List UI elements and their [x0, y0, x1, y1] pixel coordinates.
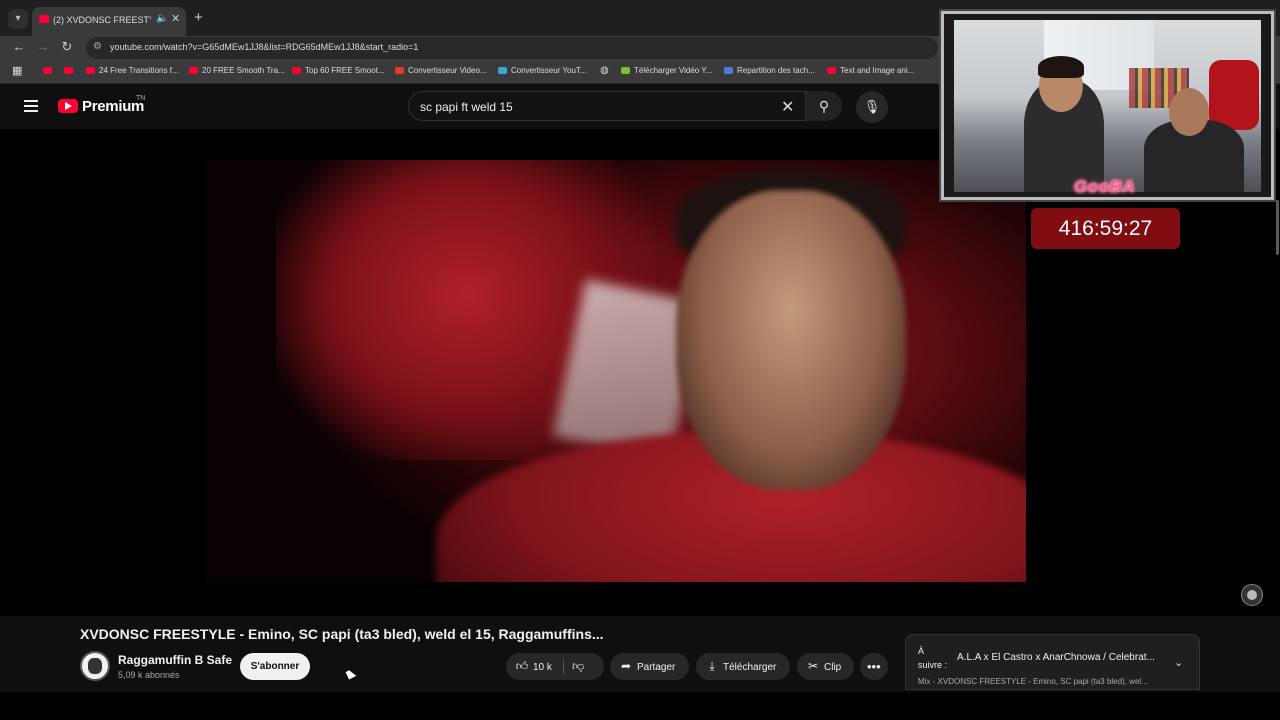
reload-icon[interactable]: ↻ [58, 39, 76, 55]
channel-watermark-icon[interactable] [1241, 584, 1263, 606]
download-button[interactable]: ⤓ Télécharger [696, 653, 790, 680]
bookmark-favicon-icon [292, 67, 301, 74]
clip-button[interactable]: ✂ Clip [797, 653, 854, 680]
share-label: Partager [637, 662, 676, 673]
bookmark-favicon-icon [86, 67, 95, 74]
streamer-tag: GooBA [1074, 177, 1136, 196]
bookmark-label: Convertisseur YouT... [511, 66, 587, 75]
clip-label: Clip [824, 662, 842, 673]
search-input[interactable]: sc papi ft weld 15 ✕ [408, 91, 806, 121]
mouse-cursor-icon [345, 668, 357, 680]
share-arrow-icon: ➦ [620, 659, 632, 673]
timer-value: 416:59:27 [1058, 217, 1153, 240]
webcam-feed [954, 20, 1261, 192]
bookmark-label: 20 FREE Smooth Tra... [202, 66, 285, 75]
voice-search-button[interactable]: 🎙 [856, 91, 888, 123]
bookmark-youtube-1[interactable] [43, 66, 56, 75]
new-tab-button[interactable]: + [194, 9, 203, 27]
clear-search-icon[interactable]: ✕ [781, 97, 794, 117]
bookmark-label: Text and Image ani... [840, 66, 915, 75]
search-query: sc papi ft weld 15 [420, 100, 513, 114]
up-next-panel[interactable]: À suivre : A.L.A x El Castro x AnarChnow… [905, 634, 1200, 690]
search-button[interactable]: ⚲ [806, 91, 842, 121]
bookmark-favicon-icon [189, 67, 198, 74]
video-frame [206, 160, 1026, 582]
bookmark-label: Convertisseur Video... [408, 66, 487, 75]
thumbs-down-icon[interactable]: 👎︎ [572, 653, 584, 680]
thumbs-up-icon[interactable]: 👍︎ [515, 653, 529, 680]
like-dislike-group: 👍︎ 10 k 👎︎ [506, 653, 604, 680]
forward-arrow-icon[interactable]: → [34, 39, 52, 54]
bottom-edge [0, 692, 1280, 720]
share-button[interactable]: ➦ Partager [610, 653, 689, 680]
youtube-logo-icon[interactable] [58, 99, 78, 113]
bookmark-label: 24 Free Transitions f... [99, 66, 179, 75]
youtube-favicon-icon [43, 67, 52, 74]
bookmark-item[interactable]: 24 Free Transitions f... [86, 66, 179, 75]
menu-hamburger-icon[interactable] [24, 100, 38, 112]
bookmark-favicon-icon [827, 67, 836, 74]
url-text: youtube.com/watch?v=G65dMEw1JJ8&list=RDG… [110, 42, 419, 52]
microphone-icon: 🎙 [863, 99, 881, 114]
scissors-icon: ✂ [807, 659, 819, 673]
bookmark-item[interactable]: Text and Image ani... [827, 66, 914, 75]
bookmark-label: Télécharger Vidéo Y... [634, 66, 713, 75]
subscriber-count: 5,09 k abonnés [118, 670, 180, 680]
youtube-favicon-icon [39, 15, 49, 23]
bookmark-item[interactable]: Top 60 FREE Smoot... [292, 66, 385, 75]
globe-icon[interactable]: ◍ [600, 65, 609, 76]
bookmark-item[interactable]: Repartition des tach... [724, 66, 815, 75]
bookmark-youtube-2[interactable] [64, 66, 77, 75]
up-next-label-2: suivre : [918, 660, 948, 670]
stream-timer: 416:59:27 [1031, 208, 1180, 249]
site-info-icon[interactable]: ⚙ [93, 41, 102, 52]
bookmark-label: Top 60 FREE Smoot... [305, 66, 385, 75]
download-label: Télécharger [723, 662, 777, 673]
page-scrollbar[interactable] [1276, 200, 1279, 255]
speaker-icon[interactable]: 🔈 [156, 13, 168, 24]
search-icon: ⚲ [818, 98, 830, 114]
close-tab-icon[interactable]: ✕ [171, 12, 180, 25]
browser-tab-active[interactable]: (2) XVDONSC FREESTYLE - 🔈 ✕ [32, 7, 186, 36]
up-next-title[interactable]: A.L.A x El Castro x AnarChnowa / Celebra… [957, 652, 1169, 663]
bookmark-favicon-icon [498, 67, 507, 74]
bookmark-item[interactable]: 20 FREE Smooth Tra... [189, 66, 285, 75]
chevron-down-icon[interactable]: ⌄ [1174, 656, 1183, 669]
video-title: XVDONSC FREESTYLE - Emino, SC papi (ta3 … [80, 626, 604, 642]
webcam-overlay: GooBA [941, 11, 1274, 200]
bookmark-label: Repartition des tach... [737, 66, 815, 75]
bookmark-favicon-icon [395, 67, 404, 74]
subscribe-button[interactable]: S'abonner [240, 653, 310, 680]
up-next-label-1: À [918, 646, 925, 656]
like-count[interactable]: 10 k [533, 662, 552, 673]
bookmark-favicon-icon [724, 67, 733, 74]
bookmark-item[interactable]: Convertisseur YouT... [498, 66, 587, 75]
tab-list-dropdown-icon[interactable]: ▾ [8, 9, 28, 29]
mix-title: Mix - XVDONSC FREESTYLE - Emino, SC papi… [918, 677, 1148, 686]
download-icon: ⤓ [709, 659, 715, 673]
back-arrow-icon[interactable]: ← [10, 39, 28, 54]
video-player[interactable] [0, 129, 1280, 616]
channel-name[interactable]: Raggamuffin B Safe [118, 653, 232, 667]
apps-grid-icon[interactable]: ▦ [12, 64, 22, 77]
youtube-favicon-icon [64, 67, 73, 74]
country-code: TN [136, 95, 146, 102]
tab-title: (2) XVDONSC FREESTYLE - [53, 15, 151, 25]
bookmark-item[interactable]: Télécharger Vidéo Y... [621, 66, 712, 75]
channel-avatar[interactable] [80, 651, 110, 681]
address-input[interactable]: ⚙ youtube.com/watch?v=G65dMEw1JJ8&list=R… [86, 37, 938, 59]
more-dots-icon: ••• [867, 659, 881, 674]
brand-name[interactable]: Premium [82, 98, 144, 115]
bookmark-item[interactable]: Convertisseur Video... [395, 66, 487, 75]
bookmark-favicon-icon [621, 67, 630, 74]
more-actions-button[interactable]: ••• [860, 653, 888, 680]
